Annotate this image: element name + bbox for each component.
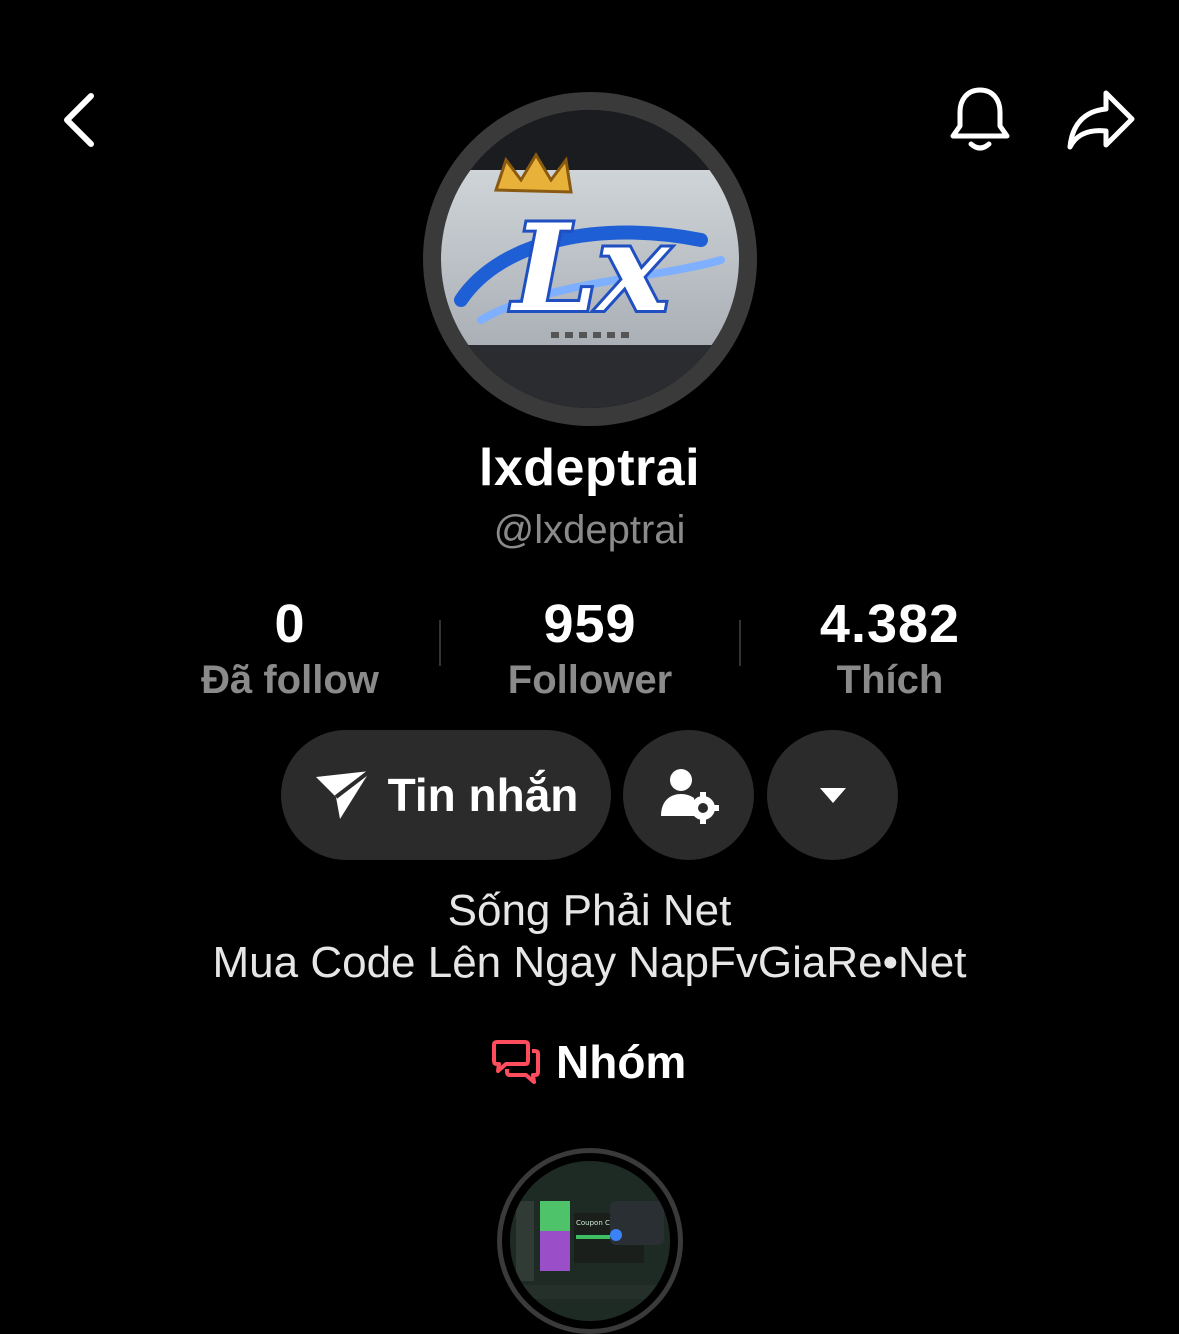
- caret-down-icon: [819, 788, 846, 803]
- display-name: lxdeptrai: [478, 439, 701, 497]
- notification-bell-button[interactable]: [940, 80, 1020, 160]
- avatar-logo-image: Lx: [441, 110, 739, 408]
- avatar-text: Lx: [510, 198, 670, 339]
- bell-icon: [950, 87, 1010, 151]
- group-label: Nhóm: [556, 1036, 687, 1088]
- stat-label: Thích: [836, 658, 944, 702]
- back-button[interactable]: [44, 82, 114, 158]
- user-settings-button[interactable]: [623, 730, 754, 860]
- message-button[interactable]: Tin nhắn: [281, 730, 611, 860]
- stat-likes[interactable]: 4.382 Thích: [740, 592, 1040, 704]
- stat-value: 4.382: [819, 594, 961, 654]
- stat-followers[interactable]: 959 Follower: [440, 592, 740, 704]
- chevron-left-icon: [64, 93, 94, 147]
- message-button-label: Tin nhắn: [387, 769, 579, 821]
- story-thumbnail-image: Coupon Code: [510, 1161, 670, 1321]
- bio-line-1: Sống Phải Net: [447, 886, 732, 935]
- share-button[interactable]: [1058, 80, 1144, 160]
- avatar[interactable]: Lx: [441, 110, 739, 408]
- stat-value: 959: [543, 594, 637, 654]
- share-icon: [1067, 90, 1135, 150]
- stat-label: Follower: [507, 658, 673, 702]
- send-icon: [315, 769, 371, 819]
- chat-bubbles-icon: [492, 1040, 540, 1084]
- more-options-dropdown-button[interactable]: [767, 730, 898, 860]
- stat-value: 0: [274, 594, 306, 654]
- user-gear-icon: [660, 769, 719, 824]
- stat-following[interactable]: 0 Đã follow: [140, 592, 440, 704]
- bio-line-2: Mua Code Lên Ngay NapFvGiaRe•Net: [212, 938, 967, 987]
- story-highlight[interactable]: Coupon Code: [510, 1161, 670, 1321]
- group-link[interactable]: Nhóm: [490, 1032, 686, 1092]
- username-handle: @lxdeptrai: [493, 508, 686, 552]
- stat-label: Đã follow: [201, 658, 379, 702]
